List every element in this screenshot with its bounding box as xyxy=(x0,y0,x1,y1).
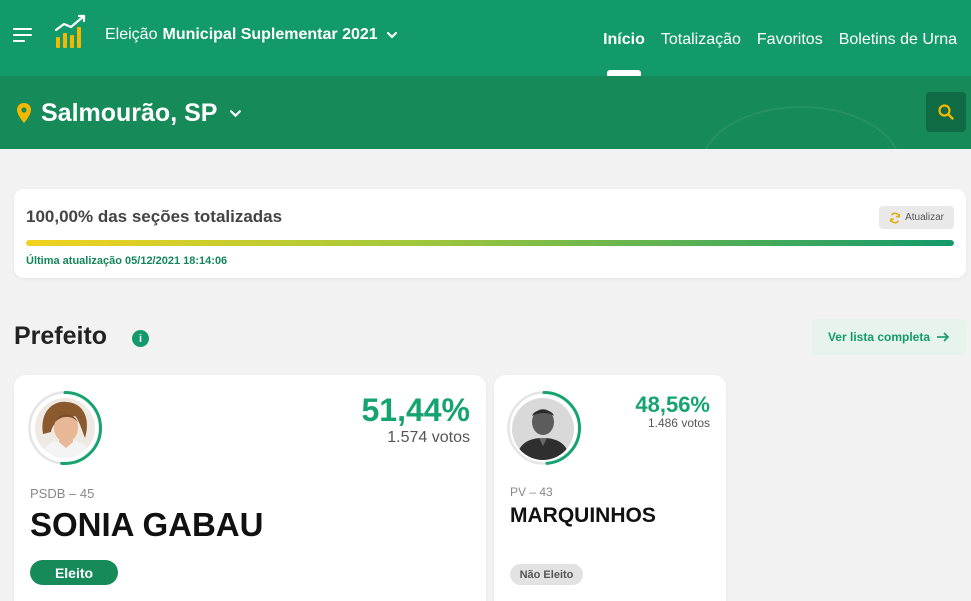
candidate-name: MARQUINHOS xyxy=(510,504,656,527)
status-badge: Eleito xyxy=(30,560,118,585)
city-name: Salmourão, SP xyxy=(41,99,218,127)
nav-totalizacao[interactable]: Totalização xyxy=(661,31,741,49)
candidate-card[interactable]: 51,44% 1.574 votos PSDB – 45 SONIA GABAU… xyxy=(14,375,486,601)
last-update-timestamp: Última atualização 05/12/2021 18:14:06 xyxy=(26,255,228,267)
status-badge: Não Eleito xyxy=(510,564,583,585)
party-number: PSDB – 45 xyxy=(30,486,95,501)
refresh-button[interactable]: Atualizar xyxy=(879,206,954,229)
progress-bar xyxy=(26,240,954,246)
vote-percentage: 51,44% xyxy=(361,392,470,428)
decorative-curve xyxy=(701,106,901,149)
progress-title: 100,00% das seções totalizadas xyxy=(26,207,283,226)
nav-boletins-de-urna[interactable]: Boletins de Urna xyxy=(839,31,957,49)
vote-count: 1.574 votos xyxy=(387,429,470,446)
location-bar: Salmourão, SP xyxy=(0,76,971,149)
refresh-icon xyxy=(889,212,901,223)
vote-count: 1.486 votos xyxy=(647,416,710,430)
candidate-card[interactable]: 48,56% 1.486 votos PV – 43 MARQUINHOS Nã… xyxy=(494,375,726,601)
chart-logo-icon xyxy=(54,14,86,48)
candidate-photo xyxy=(35,398,95,458)
arrow-right-icon xyxy=(937,332,950,342)
search-icon xyxy=(938,104,954,120)
candidate-photo xyxy=(512,398,574,460)
info-icon[interactable]: i xyxy=(132,330,149,347)
main-nav: Início Totalização Favoritos Boletins de… xyxy=(603,31,957,76)
city-selector[interactable]: Salmourão, SP xyxy=(41,99,242,128)
chevron-down-icon xyxy=(230,110,242,118)
location-pin-icon xyxy=(17,103,31,123)
nav-favoritos[interactable]: Favoritos xyxy=(757,31,823,49)
totalization-progress-card: 100,00% das seções totalizadas Atualizar… xyxy=(14,189,966,278)
election-prefix: Eleição xyxy=(105,26,158,43)
refresh-label: Atualizar xyxy=(905,212,944,223)
candidate-name: SONIA GABAU xyxy=(30,506,264,543)
top-bar: Eleição Municipal Suplementar 2021 Iníci… xyxy=(0,0,971,76)
search-button[interactable] xyxy=(926,92,966,132)
election-title: Municipal Suplementar 2021 xyxy=(162,26,378,43)
vote-percentage: 48,56% xyxy=(635,392,710,417)
full-list-label: Ver lista completa xyxy=(827,330,931,344)
party-number: PV – 43 xyxy=(510,485,553,499)
nav-inicio[interactable]: Início xyxy=(603,31,645,76)
full-list-button[interactable]: Ver lista completa xyxy=(812,319,966,355)
chevron-down-icon xyxy=(386,32,397,39)
progress-bar-fill xyxy=(26,240,954,246)
section-title: Prefeito xyxy=(14,322,108,350)
election-selector[interactable]: Eleição Municipal Suplementar 2021 xyxy=(105,26,398,44)
menu-icon[interactable] xyxy=(13,28,33,44)
